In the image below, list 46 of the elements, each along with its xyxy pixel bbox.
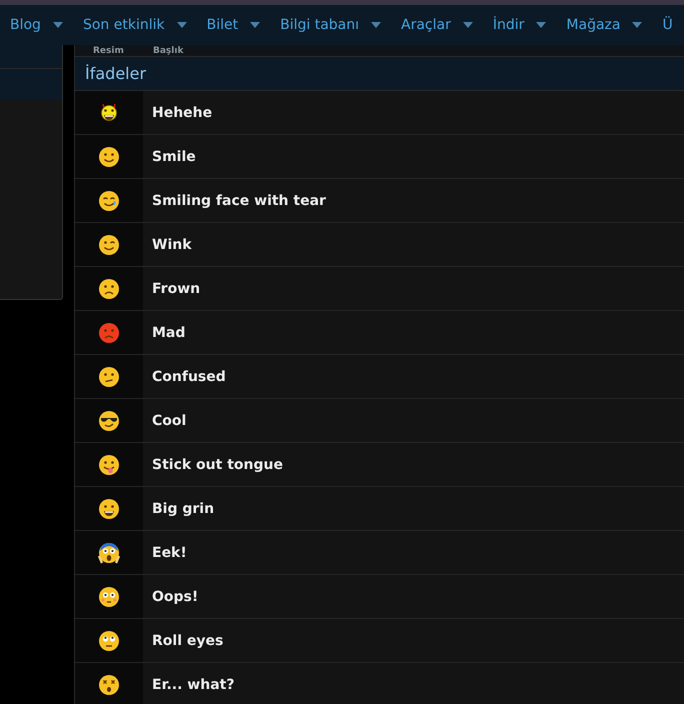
angry-face-icon [98,322,120,344]
smiley-title: Frown [152,280,200,296]
smiley-title: Oops! [152,588,198,604]
eye-roll-face-icon [98,630,120,652]
smiley-title: Mad [152,324,186,340]
caret-icon[interactable] [52,22,63,28]
grinning-face-icon [98,498,120,520]
smiley-title: Hehehe [152,104,212,120]
tongue-face-icon [98,454,120,476]
smiley-title: Wink [152,236,192,252]
caret-icon[interactable] [632,22,642,28]
column-header: Başlık [152,46,184,56]
smiley-title: Cool [152,412,186,428]
confused-face-icon [98,366,120,388]
caret-icon[interactable] [536,22,546,28]
nav-menu-item[interactable]: Araçlar [401,17,451,33]
caret-icon[interactable] [371,22,382,28]
wide-eyed-face-icon [98,586,120,608]
nav-menu-item[interactable]: Son etkinlik [82,17,165,33]
horned-face-icon [98,102,120,124]
caret-icon[interactable] [462,22,473,28]
smiley-title: Stick out tongue [152,456,283,472]
smiley-title: Er... what? [152,676,234,692]
smiley-title: Smile [152,148,196,164]
sunglasses-face-icon [98,410,120,432]
nav-menu-item[interactable]: Mağaza [566,17,620,33]
nav-menu-item[interactable]: Bilet [206,17,238,33]
smiley-title: Confused [152,368,226,384]
category-title: İfadeler [85,64,146,83]
nav-menu-item[interactable]: Ü [662,17,673,33]
winking-face-icon [98,234,120,256]
smiling-face-icon [98,146,120,168]
smiley-title: Smiling face with tear [152,192,326,208]
smiley-title: Big grin [152,500,214,516]
nav-menu-item[interactable]: Bilgi tabanı [280,17,360,33]
screaming-face-icon [98,542,120,564]
frowning-face-icon [98,278,120,300]
smiley-title: Eek! [152,544,187,560]
caret-icon[interactable] [176,22,187,28]
nav-menu-item[interactable]: İndir [492,17,524,33]
smiley-title: Roll eyes [152,632,224,648]
caret-icon[interactable] [250,22,260,28]
nav-menu-item[interactable]: Blog [10,17,41,33]
column-header: Resim [92,46,125,56]
dizzy-face-icon [98,674,120,696]
tearful-face-icon [98,190,120,212]
